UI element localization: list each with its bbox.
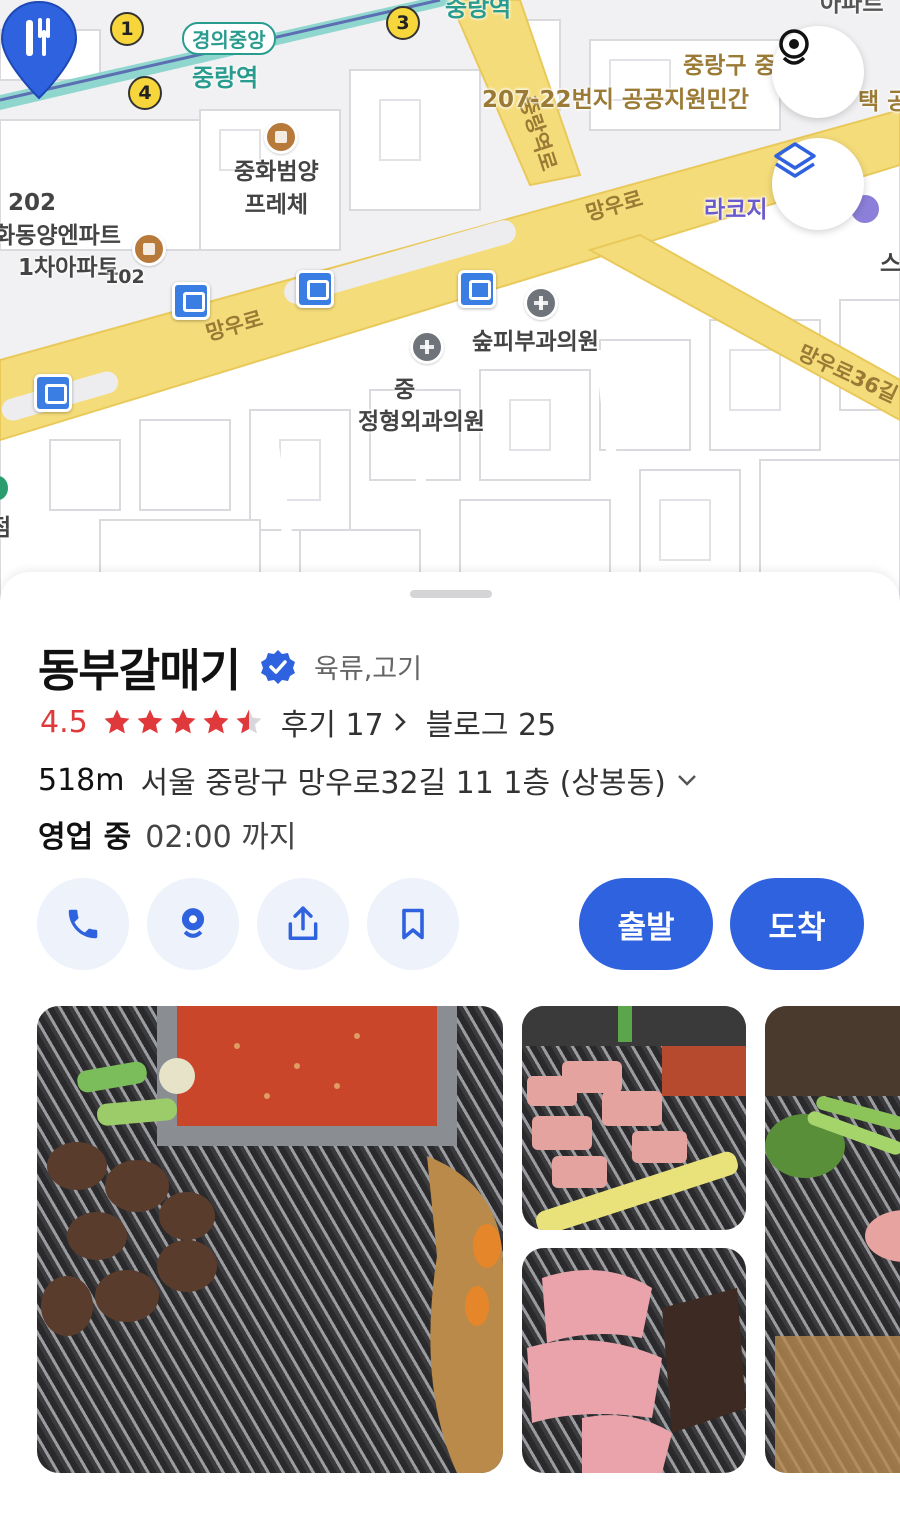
chevron-right-icon <box>394 713 406 731</box>
street-view-action-button[interactable] <box>147 878 239 970</box>
hospital-poi-icon[interactable] <box>524 286 558 320</box>
hospital-poi-icon-2[interactable] <box>410 330 444 364</box>
bus-stop-icon[interactable] <box>458 270 496 308</box>
verified-badge-icon <box>261 649 296 684</box>
rating-value: 4.5 <box>40 704 88 740</box>
sheet-drag-handle[interactable] <box>410 590 492 598</box>
layers-button[interactable] <box>772 138 864 230</box>
map-label-hwabeom[interactable]: 중화범양 프레체 <box>234 156 319 222</box>
bookmark-icon <box>402 908 424 940</box>
share-button[interactable] <box>257 878 349 970</box>
star-half-icon <box>236 709 262 734</box>
depart-button[interactable]: 출발 <box>579 878 713 970</box>
map-view[interactable]: 경의중앙 중랑역 중랑역 1 4 3 중화범양 프레체 202 화동양엔파트 1… <box>0 0 900 620</box>
street-view-icon <box>779 29 809 65</box>
chevron-down-icon[interactable] <box>676 769 698 791</box>
star-full-icon <box>203 709 229 734</box>
layers-icon <box>774 142 816 178</box>
map-label-taek: 택 공 <box>858 89 900 115</box>
map-label-jungrang-gu: 중랑구 중 <box>683 53 776 79</box>
address: 서울 중랑구 망우로32길 11 1층 (상봉동) <box>140 766 666 801</box>
subway-line-4-badge: 4 <box>128 76 162 110</box>
station-line-label[interactable]: 경의중앙 <box>182 22 276 55</box>
station-name-label[interactable]: 중랑역 <box>192 58 258 93</box>
apartment-poi-icon[interactable] <box>132 232 166 266</box>
pork-slices-image <box>527 1270 746 1473</box>
street-view-icon <box>181 908 205 938</box>
map-label-skin-clinic[interactable]: 숲피부과의원 <box>472 322 599 356</box>
address-row[interactable]: 518m 서울 중랑구 망우로32길 11 1층 (상봉동) <box>38 758 698 802</box>
star-full-icon <box>137 709 163 734</box>
map-label-top-apt: 아파트 <box>820 0 884 17</box>
map-label-apt-102: 102 <box>105 266 145 288</box>
subway-line-1-badge: 1 <box>110 12 144 46</box>
map-label-left-branch: 점 <box>0 515 12 541</box>
hours-text: 02:00 까지 <box>145 820 297 855</box>
call-button[interactable] <box>37 878 129 970</box>
place-photo-3[interactable] <box>522 1248 746 1473</box>
bus-stop-icon[interactable] <box>34 374 72 412</box>
map-label-1cha[interactable]: 1차아파트 <box>18 248 119 282</box>
distance: 518m <box>38 762 125 798</box>
map-label-right-edge: 스 <box>880 251 900 277</box>
map-label-207[interactable]: 207-22번지 공공지원민간 <box>482 80 749 114</box>
phone-icon <box>68 909 98 939</box>
place-detail-sheet[interactable]: 동부갈매기 육류,고기 4.5 후기 17 블로그 25 518m 서울 중랑구… <box>0 572 900 1514</box>
save-button[interactable] <box>367 878 459 970</box>
hours-row[interactable]: 영업 중 02:00 까지 <box>38 812 296 856</box>
bus-stop-icon[interactable] <box>296 270 334 308</box>
place-photo-4[interactable] <box>765 1006 900 1473</box>
reviews-link[interactable]: 후기 17 <box>281 700 410 744</box>
title-row: 동부갈매기 육류,고기 <box>38 634 422 699</box>
grilled-meat-image <box>41 1006 503 1473</box>
subway-line-3-badge: 3 <box>386 6 420 40</box>
grill-with-greens-image <box>765 1006 900 1473</box>
star-rating <box>102 707 267 737</box>
restaurant-pin-icon[interactable] <box>0 0 78 100</box>
place-photo-2[interactable] <box>522 1006 746 1230</box>
reviews-label: 후기 17 <box>280 708 384 743</box>
street-view-button[interactable] <box>772 26 864 118</box>
building-poi-icon[interactable] <box>264 120 298 154</box>
map-label-dongyang[interactable]: 화동양엔파트 <box>0 216 121 250</box>
place-category: 육류,고기 <box>314 654 422 685</box>
place-name: 동부갈매기 <box>38 644 241 697</box>
open-status: 영업 중 <box>38 820 132 855</box>
station-name-top-label: 중랑역 <box>445 0 512 22</box>
star-full-icon <box>104 709 130 734</box>
blog-link[interactable]: 블로그 25 <box>426 700 557 744</box>
rating-row: 4.5 후기 17 블로그 25 <box>40 700 556 744</box>
map-label-ortho-prefix: 중 <box>394 377 416 403</box>
map-label-ortho[interactable]: 정형외과의원 <box>358 402 485 436</box>
star-full-icon <box>170 709 196 734</box>
place-photo-main[interactable] <box>37 1006 503 1473</box>
pork-belly-image <box>522 1006 746 1230</box>
arrive-button[interactable]: 도착 <box>730 878 864 970</box>
map-label-apt-202: 202 <box>8 190 57 216</box>
bus-stop-icon[interactable] <box>172 282 210 320</box>
share-icon <box>288 906 318 940</box>
map-label-lakoji[interactable]: 라코지 <box>704 190 767 224</box>
